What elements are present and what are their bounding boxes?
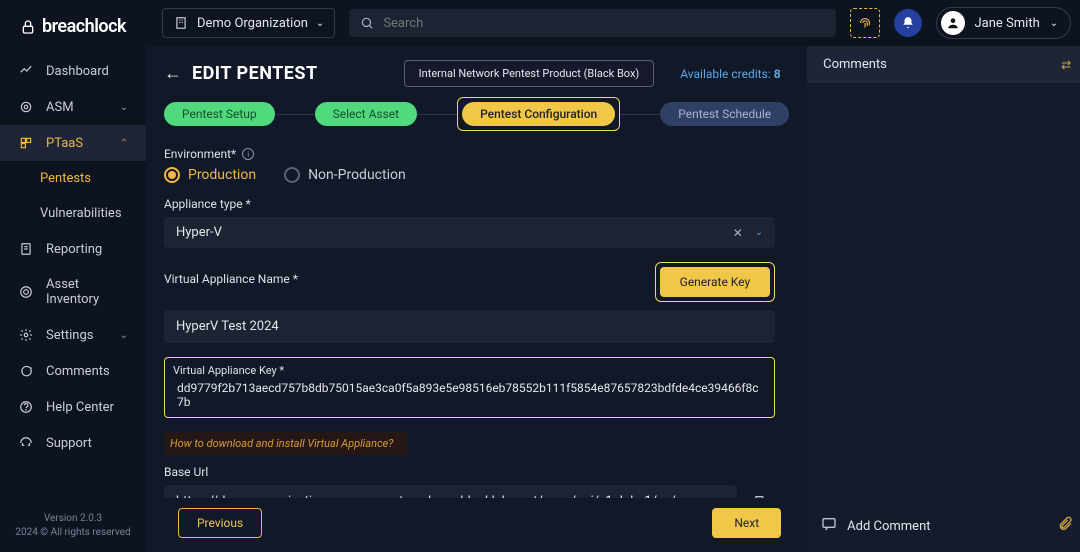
add-comment-input[interactable]: Add Comment xyxy=(847,519,1047,534)
comment-icon xyxy=(821,516,837,536)
va-key-label: Virtual Appliance Key * xyxy=(173,364,766,377)
attach-icon[interactable] xyxy=(1057,516,1073,536)
stepper: Pentest Setup Select Asset Pentest Confi… xyxy=(164,97,789,131)
sidebar-item-dashboard[interactable]: Dashboard xyxy=(0,53,146,89)
sidebar-item-comments[interactable]: Comments xyxy=(0,353,146,389)
chevron-down-icon: ⌄ xyxy=(120,102,128,113)
chevron-down-icon: ⌄ xyxy=(120,330,128,341)
sidebar-nav: Dashboard ASM ⌄ PTaaS ⌃ Pentests Vulnera… xyxy=(0,53,146,502)
next-button[interactable]: Next xyxy=(712,508,781,538)
chevron-down-icon: ⌄ xyxy=(316,18,324,29)
va-name-label: Virtual Appliance Name * xyxy=(164,272,641,286)
sidebar-item-ptaas[interactable]: PTaaS ⌃ xyxy=(0,125,146,161)
appliance-type-label: Appliance type * xyxy=(164,197,775,211)
user-menu[interactable]: Jane Smith ⌄ xyxy=(936,7,1072,39)
sidebar-item-reporting[interactable]: Reporting xyxy=(0,231,146,267)
main: Demo Organization ⌄ Jane Smith ⌄ ← EDI xyxy=(146,0,1080,552)
form-nav: Previous Next xyxy=(164,498,789,552)
comment-icon xyxy=(18,363,34,379)
page-title: EDIT PENTEST xyxy=(192,63,318,84)
help-download-link[interactable]: How to download and install Virtual Appl… xyxy=(164,432,407,455)
comments-footer: Add Comment xyxy=(807,506,1080,552)
radio-dot-icon xyxy=(164,167,180,183)
radio-non-production[interactable]: Non-Production xyxy=(284,167,406,183)
report-icon xyxy=(18,241,34,257)
previous-button[interactable]: Previous xyxy=(178,508,262,538)
comments-header: Comments ⇄ xyxy=(807,46,1080,83)
expand-icon[interactable]: ⇄ xyxy=(1061,58,1071,72)
sidebar-item-pentests[interactable]: Pentests xyxy=(0,161,146,196)
appliance-type-select[interactable]: Hyper-V ✕ ⌄ xyxy=(164,217,775,248)
product-chip: Internal Network Pentest Product (Black … xyxy=(404,60,655,87)
sidebar-footer: Version 2.0.3 2024 © All rights reserved xyxy=(0,502,146,552)
ptaas-icon xyxy=(18,135,34,151)
environment-label: Environment* i xyxy=(164,147,775,161)
back-arrow[interactable]: ← xyxy=(164,63,182,84)
info-icon[interactable]: i xyxy=(242,148,254,160)
va-name-input[interactable] xyxy=(164,310,775,343)
chevron-up-icon: ⌃ xyxy=(120,138,128,149)
base-url-label: Base Url xyxy=(164,465,775,479)
step-schedule[interactable]: Pentest Schedule xyxy=(660,102,789,126)
lock-icon xyxy=(20,19,36,35)
copy-button[interactable] xyxy=(747,488,775,499)
fingerprint-badge[interactable] xyxy=(850,8,880,38)
va-key-value: dd9779f2b713aecd757b8db75015ae3ca0f5a893… xyxy=(173,379,766,411)
sidebar: breachlock Dashboard ASM ⌄ PTaaS ⌃ Pente… xyxy=(0,0,146,552)
sidebar-item-help[interactable]: Help Center xyxy=(0,389,146,425)
sidebar-item-settings[interactable]: Settings ⌄ xyxy=(0,317,146,353)
radio-production[interactable]: Production xyxy=(164,167,256,183)
support-icon xyxy=(18,435,34,451)
chevron-down-icon: ⌄ xyxy=(755,227,763,238)
credits-label: Available credits: 8 xyxy=(680,67,780,81)
dashboard-icon xyxy=(18,63,34,79)
base-url-input[interactable] xyxy=(164,485,737,498)
search-icon xyxy=(359,15,375,31)
comments-body xyxy=(807,83,1080,506)
step-select-asset[interactable]: Select Asset xyxy=(315,102,417,126)
search-input[interactable] xyxy=(383,16,825,31)
gear-icon xyxy=(18,327,34,343)
sidebar-item-support[interactable]: Support xyxy=(0,425,146,461)
brand-logo[interactable]: breachlock xyxy=(20,16,126,37)
inventory-icon xyxy=(18,284,34,300)
avatar-icon xyxy=(941,11,965,35)
chevron-down-icon: ⌄ xyxy=(1050,18,1058,29)
step-setup[interactable]: Pentest Setup xyxy=(164,102,275,126)
building-icon xyxy=(173,15,189,31)
target-icon xyxy=(18,99,34,115)
help-icon xyxy=(18,399,34,415)
topbar: Demo Organization ⌄ Jane Smith ⌄ xyxy=(146,0,1080,46)
radio-dot-icon xyxy=(284,167,300,183)
va-key-group: Virtual Appliance Key * dd9779f2b713aecd… xyxy=(164,357,775,418)
org-picker[interactable]: Demo Organization ⌄ xyxy=(162,8,335,38)
sidebar-item-vulnerabilities[interactable]: Vulnerabilities xyxy=(0,196,146,231)
comments-panel: Comments ⇄ Add Comment xyxy=(807,46,1080,552)
notifications-button[interactable] xyxy=(894,9,922,37)
clear-icon[interactable]: ✕ xyxy=(733,226,743,240)
form-area: ← EDIT PENTEST Internal Network Pentest … xyxy=(146,46,807,552)
search-bar[interactable] xyxy=(349,9,835,37)
generate-key-button[interactable]: Generate Key xyxy=(660,267,771,297)
step-configuration[interactable]: Pentest Configuration xyxy=(462,102,615,126)
brand-text: breachlock xyxy=(42,16,126,37)
sidebar-item-asm[interactable]: ASM ⌄ xyxy=(0,89,146,125)
sidebar-item-asset-inventory[interactable]: Asset Inventory xyxy=(0,267,146,317)
